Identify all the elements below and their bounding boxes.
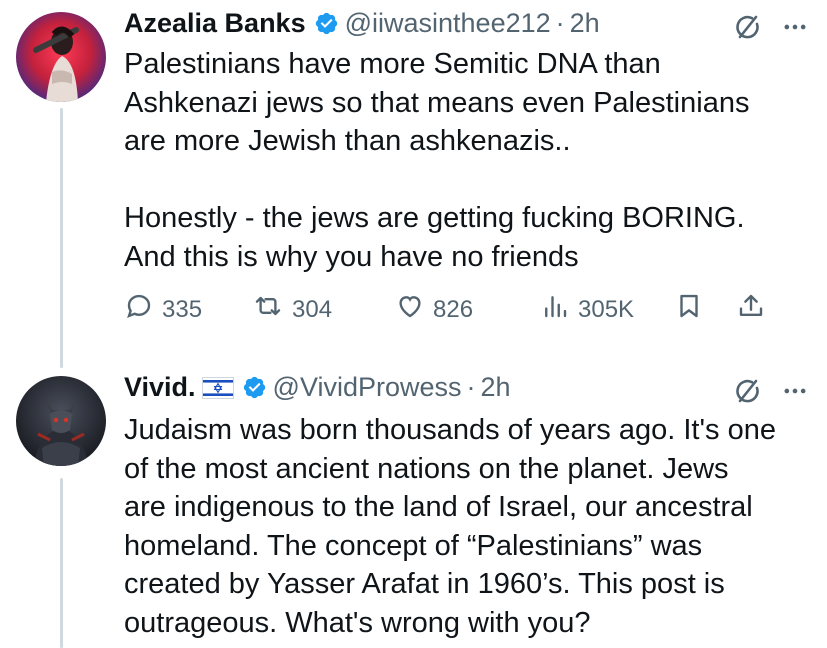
avatar[interactable] [16,376,106,466]
like-count: 826 [433,295,474,323]
tweet-text: Judaism was born thousands of years ago.… [124,414,776,639]
verified-badge-icon [242,375,267,400]
tweet-header-actions [733,12,809,47]
thread-line [60,478,63,648]
reply-icon [124,291,154,328]
timestamp[interactable]: 2h [481,372,511,403]
display-name[interactable]: Azealia Banks [124,8,306,39]
tweet-header: Vivid. @VividProwess · 2h [124,372,511,403]
like-button[interactable]: 826 [395,291,540,328]
reply-count: 335 [162,295,203,323]
views-button[interactable]: 305K [540,291,674,328]
separator: · [466,372,476,402]
separator: · [555,8,565,38]
retweet-count: 304 [292,295,333,323]
retweet-icon [252,291,284,328]
views-count: 305K [578,295,635,323]
tweet-header-actions [733,376,809,411]
tweet-text: Palestinians have more Semitic DNA than … [124,48,750,273]
views-icon [540,291,570,328]
retweet-button[interactable]: 304 [252,291,395,328]
like-icon [395,291,425,328]
bookmark-icon [674,291,704,328]
bookmark-button[interactable] [674,291,736,328]
israel-flag-icon [201,376,234,399]
reply-button[interactable]: 335 [124,291,252,328]
share-button[interactable] [736,291,766,328]
display-name[interactable]: Vivid. [124,372,196,403]
tweet-actions: 335 304 826 305K [124,291,809,328]
avatar[interactable] [16,12,106,102]
thread-line [60,108,63,368]
more-icon[interactable] [781,13,809,46]
user-handle[interactable]: @iiwasinthee212 [345,8,551,39]
more-icon[interactable] [781,377,809,410]
grok-icon[interactable] [733,12,763,47]
timestamp[interactable]: 2h [570,8,600,39]
share-icon [736,291,766,328]
user-handle[interactable]: @VividProwess [273,372,462,403]
grok-icon[interactable] [733,376,763,411]
tweet-header: Azealia Banks @iiwasinthee212 · 2h [124,8,600,39]
verified-badge-icon [314,11,339,36]
